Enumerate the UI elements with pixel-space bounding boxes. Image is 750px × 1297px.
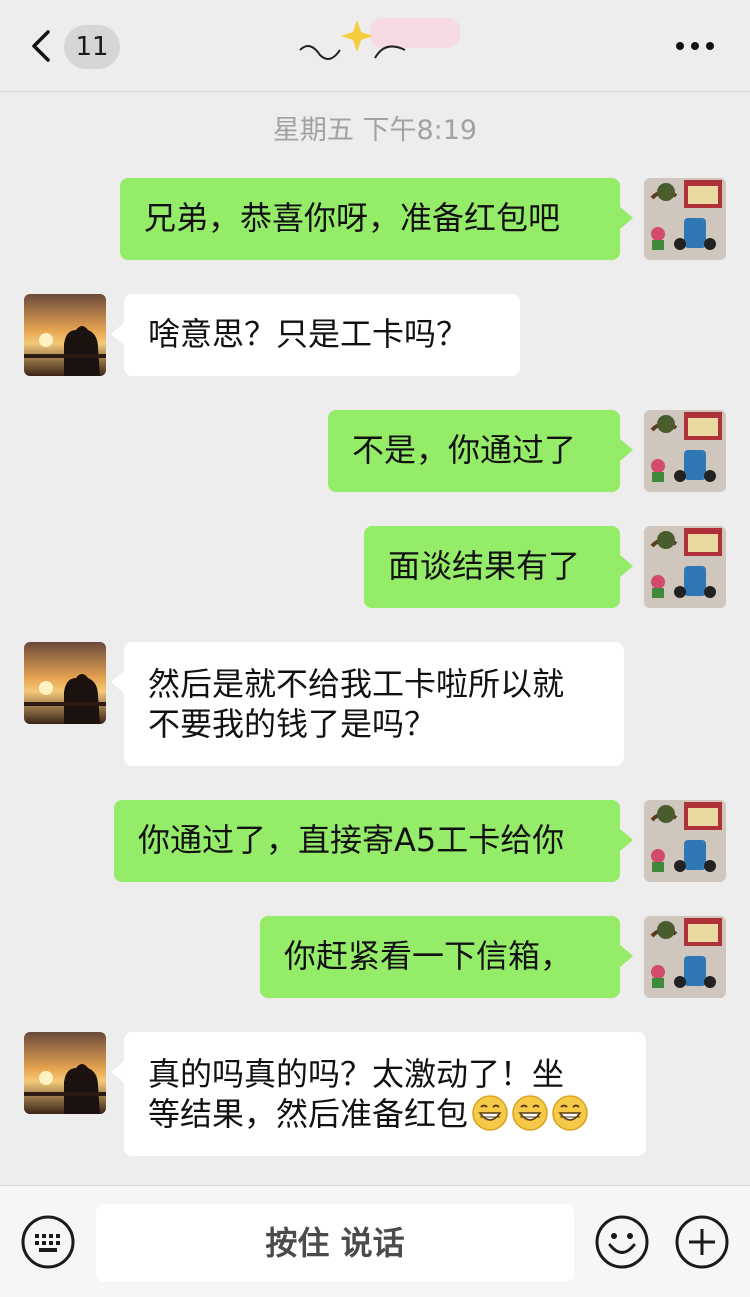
outgoing-message-bubble: 你赶紧看一下信箱，	[260, 916, 633, 998]
incoming-message-bubble: 啥意思？只是工卡吗？	[111, 294, 520, 376]
keyboard-icon[interactable]	[20, 1214, 76, 1270]
unread-count-badge[interactable]: 11	[64, 25, 120, 69]
contact-avatar[interactable]	[24, 642, 106, 724]
grinning-face-icon	[552, 1095, 588, 1131]
outgoing-message-bubble: 面谈结果有了	[364, 526, 633, 608]
chat-input-bar: 按住 说话	[0, 1185, 750, 1297]
contact-name-redacted	[290, 10, 470, 70]
incoming-message-bubble: 然后是就不给我工卡啦所以就 不要我的钱了是吗？	[111, 642, 624, 766]
outgoing-message-bubble: 不是，你通过了	[328, 410, 633, 492]
contact-avatar[interactable]	[24, 294, 106, 376]
outgoing-message-bubble: 兄弟，恭喜你呀，准备红包吧	[120, 178, 633, 260]
my-avatar[interactable]	[644, 178, 726, 260]
hold-to-talk-button[interactable]: 按住 说话	[96, 1204, 574, 1282]
my-avatar[interactable]	[644, 526, 726, 608]
contact-avatar[interactable]	[24, 1032, 106, 1114]
plus-icon[interactable]	[674, 1214, 730, 1270]
more-options-icon[interactable]	[672, 34, 718, 58]
grinning-face-icon	[472, 1095, 508, 1131]
incoming-message-bubble: 真的吗真的吗？太激动了！坐 等结果，然后准备红包	[111, 1032, 646, 1156]
outgoing-message-bubble: 你通过了，直接寄A5工卡给你	[114, 800, 633, 882]
message-timestamp: 星期五 下午8:19	[272, 115, 478, 146]
emoji-icon[interactable]	[594, 1214, 650, 1270]
my-avatar[interactable]	[644, 800, 726, 882]
chat-header: 11	[0, 0, 750, 92]
grinning-face-icon	[512, 1095, 548, 1131]
my-avatar[interactable]	[644, 916, 726, 998]
my-avatar[interactable]	[644, 410, 726, 492]
back-chevron-icon[interactable]	[28, 28, 58, 64]
